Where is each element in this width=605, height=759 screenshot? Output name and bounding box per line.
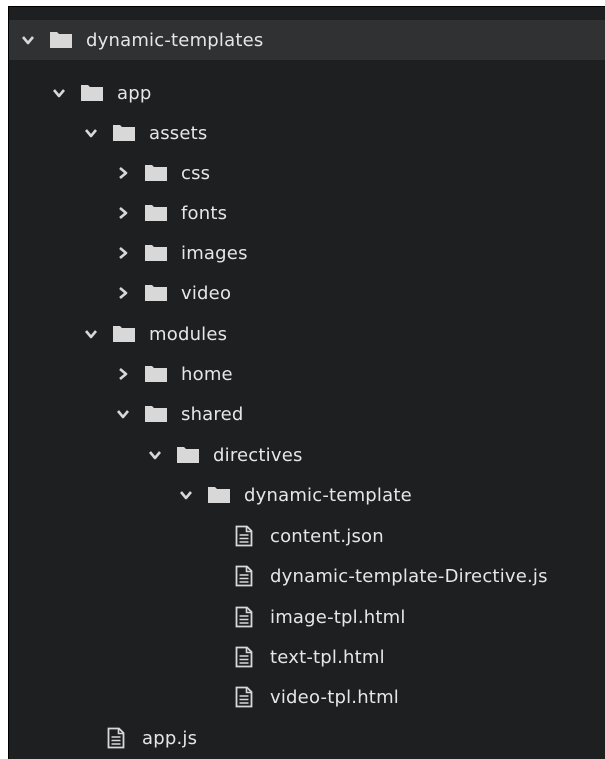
tree-node-dynamic-template[interactable]: dynamic-template [9, 475, 605, 515]
folder-icon [49, 31, 73, 49]
folder-icon [176, 446, 200, 464]
tree-node-video[interactable]: video [9, 273, 605, 313]
tree-node-label: shared [181, 403, 244, 425]
tree-node-label: app.js [142, 727, 198, 749]
chevron-down-icon[interactable] [50, 84, 68, 102]
tree-node-label: text-tpl.html [270, 646, 385, 668]
folder-icon [80, 84, 104, 102]
tree-node-label: directives [213, 444, 303, 466]
tree-node-home[interactable]: home [9, 354, 605, 394]
tree-node-label: images [181, 242, 248, 264]
tree-node-app-js[interactable]: app.js [9, 718, 605, 758]
file-icon [107, 727, 125, 749]
tree-node-label: modules [149, 323, 228, 345]
tree-node-label: fonts [181, 202, 228, 224]
tree-node-label: app [117, 82, 152, 104]
chevron-right-icon[interactable] [114, 284, 132, 302]
chevron-down-icon[interactable] [19, 31, 37, 49]
tree-node-video-tpl-html[interactable]: video-tpl.html [9, 677, 605, 717]
tree-node-dynamic-template-directive-js[interactable]: dynamic-template-Directive.js [9, 556, 605, 596]
tree-node-label: assets [149, 122, 208, 144]
chevron-down-icon[interactable] [146, 446, 164, 464]
tree-node-shared[interactable]: shared [9, 394, 605, 434]
chevron-right-icon[interactable] [114, 164, 132, 182]
tree-node-app[interactable]: app [9, 73, 605, 113]
folder-icon [112, 124, 136, 142]
folder-icon [207, 486, 231, 504]
chevron-right-icon[interactable] [114, 204, 132, 222]
chevron-right-icon[interactable] [114, 365, 132, 383]
chevron-down-icon[interactable] [82, 325, 100, 343]
folder-icon [144, 204, 168, 222]
tree-node-label: dynamic-template-Directive.js [270, 565, 548, 587]
tree-node-label: dynamic-template [244, 484, 412, 506]
file-icon [235, 646, 253, 668]
tree-node-label: content.json [270, 525, 384, 547]
tree-node-label: video [181, 282, 232, 304]
file-icon [235, 606, 253, 628]
tree-node-image-tpl-html[interactable]: image-tpl.html [9, 597, 605, 637]
tree-node-images[interactable]: images [9, 233, 605, 273]
file-tree-panel: dynamic-templates app assets css fonts i… [8, 6, 605, 759]
chevron-down-icon[interactable] [177, 486, 195, 504]
folder-icon [144, 244, 168, 262]
tree-node-modules[interactable]: modules [9, 314, 605, 354]
chevron-down-icon[interactable] [114, 405, 132, 423]
tree-node-content-json[interactable]: content.json [9, 516, 605, 556]
tree-node-directives[interactable]: directives [9, 435, 605, 475]
folder-icon [144, 365, 168, 383]
chevron-right-icon[interactable] [114, 244, 132, 262]
chevron-down-icon[interactable] [82, 124, 100, 142]
tree-node-label: dynamic-templates [86, 29, 264, 51]
file-icon [235, 525, 253, 547]
tree-node-label: video-tpl.html [270, 686, 400, 708]
tree-node-assets[interactable]: assets [9, 113, 605, 153]
tree-node-fonts[interactable]: fonts [9, 193, 605, 233]
folder-icon [144, 284, 168, 302]
tree-node-label: image-tpl.html [270, 606, 406, 628]
tree-node-text-tpl-html[interactable]: text-tpl.html [9, 637, 605, 677]
tree-node-label: home [181, 363, 233, 385]
tree-node-css[interactable]: css [9, 153, 605, 193]
tree-node-dynamic-templates[interactable]: dynamic-templates [9, 20, 605, 60]
folder-icon [112, 325, 136, 343]
folder-icon [144, 164, 168, 182]
tree-node-label: css [181, 162, 211, 184]
file-icon [235, 686, 253, 708]
file-icon [235, 565, 253, 587]
folder-icon [144, 405, 168, 423]
